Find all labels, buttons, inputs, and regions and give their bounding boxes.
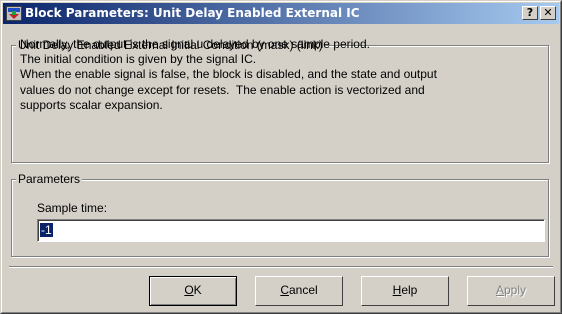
close-icon: ✕	[543, 6, 553, 19]
ok-button[interactable]: OK	[149, 276, 237, 306]
apply-mnemonic: A	[495, 283, 504, 297]
close-button[interactable]: ✕	[540, 6, 556, 20]
cancel-button[interactable]: Cancel	[255, 276, 343, 306]
sample-time-value: -1	[40, 223, 53, 237]
apply-button[interactable]: Apply	[467, 276, 555, 306]
sample-time-input-bevel	[38, 220, 544, 241]
window-title: Block Parameters: Unit Delay Enabled Ext…	[25, 6, 360, 20]
parameters-group: Parameters	[11, 172, 549, 257]
help-label-rest: elp	[401, 283, 418, 297]
cancel-label-rest: ancel	[288, 283, 318, 297]
button-divider	[9, 266, 553, 268]
question-mark-icon: ?	[526, 6, 534, 19]
ok-label-rest: K	[193, 283, 202, 297]
simulink-block-icon	[6, 6, 22, 21]
sample-time-label: Sample time:	[37, 201, 108, 215]
ok-mnemonic: O	[184, 283, 194, 297]
apply-label-rest: pply	[504, 283, 527, 297]
block-parameters-dialog: Block Parameters: Unit Delay Enabled Ext…	[0, 0, 562, 314]
description-line: values do not change except for resets. …	[20, 82, 425, 97]
context-help-button[interactable]: ?	[522, 6, 538, 20]
help-button[interactable]: Help	[361, 276, 449, 306]
cancel-mnemonic: C	[280, 283, 289, 297]
sample-time-input[interactable]: -1	[37, 219, 545, 242]
parameters-legend: Parameters	[16, 172, 83, 186]
title-bar[interactable]: Block Parameters: Unit Delay Enabled Ext…	[3, 3, 559, 24]
block-description: Normally, the output is the signal u del…	[20, 37, 437, 113]
description-line: When the enable signal is false, the blo…	[20, 67, 437, 82]
description-line: The initial condition is given by the si…	[20, 52, 257, 67]
description-line: supports scalar expansion.	[20, 97, 163, 112]
description-line: Normally, the output is the signal u del…	[20, 37, 370, 51]
